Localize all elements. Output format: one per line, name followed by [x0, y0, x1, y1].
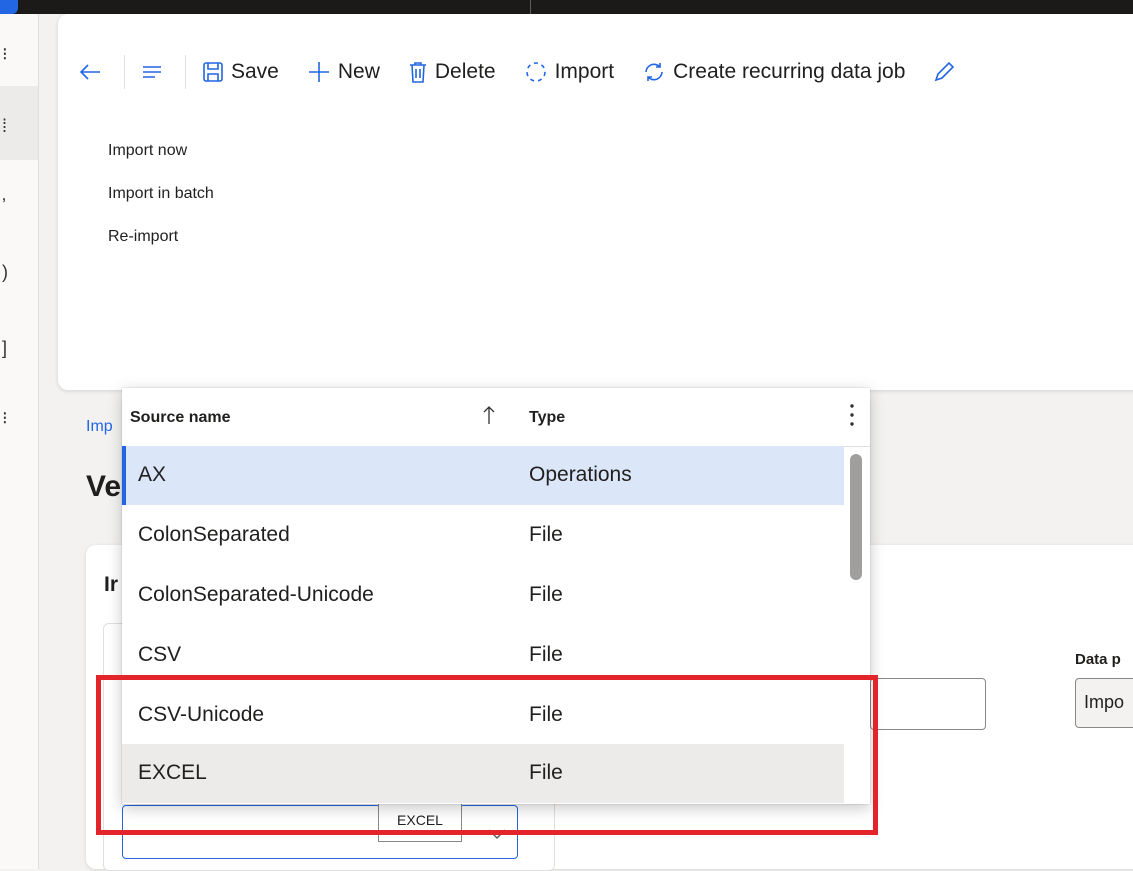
lookup-header: Source name Type: [122, 388, 870, 447]
column-header-type[interactable]: Type: [529, 409, 565, 427]
import-menu: Import now Import in batch Re-import: [108, 140, 214, 269]
pencil-icon: [935, 61, 955, 82]
scrollbar-thumb[interactable]: [850, 454, 862, 580]
row-type: File: [529, 583, 563, 606]
recurring-label: Create recurring data job: [673, 60, 906, 83]
data-project-field[interactable]: Impo: [1075, 678, 1133, 728]
more-options-icon[interactable]: [848, 402, 856, 428]
save-label: Save: [231, 60, 279, 83]
workspace-icon[interactable]: ): [2, 262, 8, 283]
menu-item-re-import[interactable]: Re-import: [108, 226, 214, 269]
row-source-name: CSV: [138, 643, 182, 666]
page-title: Ve: [86, 470, 122, 503]
sort-ascending-icon[interactable]: [482, 405, 496, 425]
back-arrow-icon: [79, 64, 100, 80]
row-source-name: ColonSeparated-Unicode: [138, 583, 374, 606]
toolbar-divider: [124, 55, 125, 89]
import-spinner-icon: [525, 62, 546, 82]
list-icon[interactable]: ⁝: [2, 408, 8, 429]
delete-button[interactable]: Delete: [408, 54, 496, 90]
app-launcher-button[interactable]: [0, 0, 18, 14]
new-button[interactable]: New: [307, 54, 380, 90]
toolbar-divider: [185, 55, 186, 89]
create-recurring-data-job-button[interactable]: Create recurring data job: [642, 54, 905, 90]
save-button[interactable]: Save: [202, 54, 279, 90]
menu-item-import-in-batch[interactable]: Import in batch: [108, 183, 214, 226]
page-options-button[interactable]: [141, 54, 163, 90]
lookup-row[interactable]: ColonSeparated-Unicode File: [122, 566, 844, 625]
menu-item-import-now[interactable]: Import now: [108, 140, 214, 183]
recurring-icon: [645, 63, 663, 81]
top-bar-divider: [530, 0, 531, 14]
section-title: Ir: [104, 573, 119, 596]
import-button[interactable]: Import: [524, 54, 615, 90]
lookup-row[interactable]: ColonSeparated File: [122, 506, 844, 565]
modules-icon[interactable]: ]: [2, 338, 7, 359]
delete-label: Delete: [434, 60, 496, 83]
row-source-name: AX: [138, 463, 167, 486]
breadcrumb[interactable]: Imp: [86, 418, 113, 436]
annotation-highlight-box: [96, 675, 878, 835]
selected-row-indicator: [122, 446, 126, 505]
row-type: Operations: [529, 463, 632, 486]
back-button[interactable]: [78, 54, 102, 90]
row-source-name: ColonSeparated: [138, 523, 290, 546]
navigation-rail: ⁝ ⁞ ‚ ) ] ⁝: [0, 14, 39, 869]
recent-icon[interactable]: ‚: [2, 184, 6, 205]
lines-menu-icon: [143, 66, 161, 78]
lookup-row[interactable]: AX Operations: [122, 446, 844, 505]
action-toolbar: Save New Delete Import Create recurring …: [78, 54, 983, 90]
edit-button[interactable]: [933, 54, 955, 90]
trash-icon: [409, 62, 426, 83]
top-bar: [0, 0, 1133, 14]
row-type: File: [529, 643, 563, 666]
row-type: File: [529, 523, 563, 546]
menu-icon[interactable]: ⁝: [2, 44, 8, 65]
action-pane: Save New Delete Import Create recurring …: [58, 14, 1133, 390]
favorites-icon[interactable]: ⁞: [2, 116, 7, 137]
column-header-source-name[interactable]: Source name: [130, 409, 230, 427]
import-label: Import: [554, 60, 615, 83]
text-field[interactable]: [870, 678, 986, 730]
new-label: New: [337, 60, 380, 83]
plus-icon: [308, 62, 329, 82]
save-icon: [203, 62, 223, 82]
data-project-label: Data p: [1075, 651, 1121, 668]
